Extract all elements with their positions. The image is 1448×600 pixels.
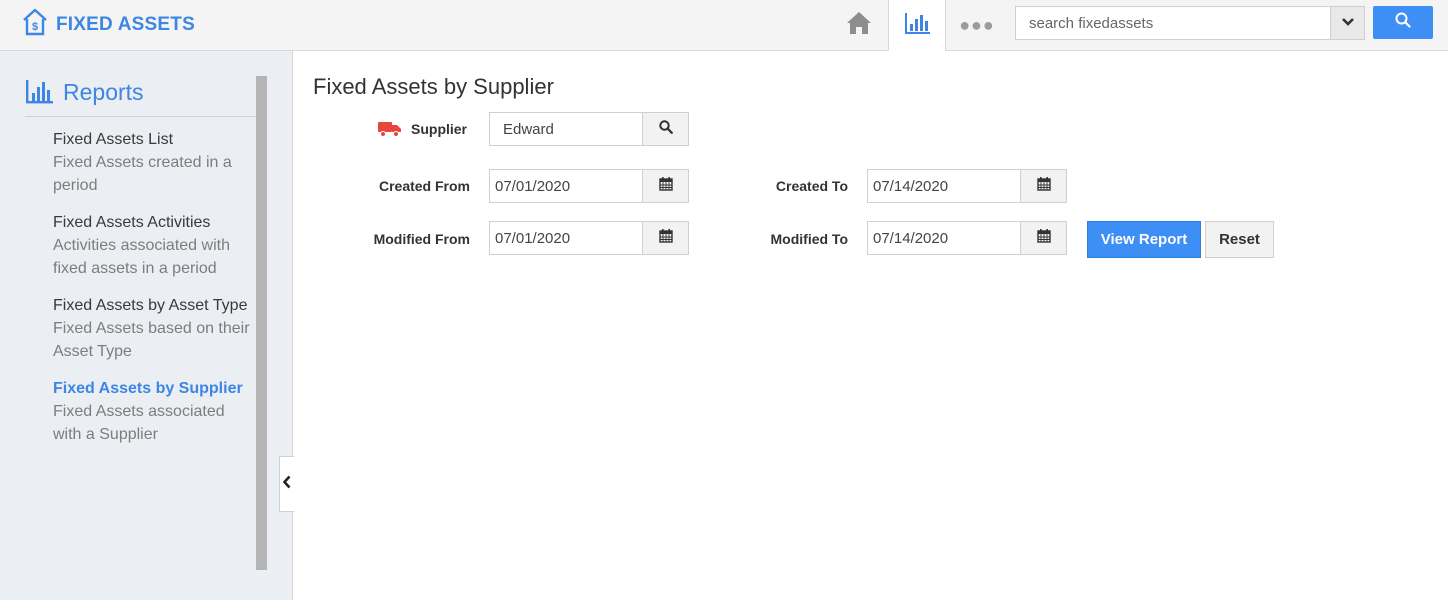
menu-item-desc: Fixed Assets created in a period <box>53 154 232 194</box>
menu-item-title: Fixed Assets by Supplier <box>53 380 243 397</box>
house-dollar-icon: $ <box>22 8 48 41</box>
menu-item-title: Fixed Assets by Asset Type <box>53 297 248 314</box>
menu-item-title: Fixed Assets Activities <box>53 214 211 231</box>
supplier-label: Supplier <box>378 121 467 137</box>
created-to-label: Created To <box>775 178 848 194</box>
supplier-field <box>489 112 689 146</box>
search-icon <box>658 119 673 139</box>
created-to-field <box>867 169 1067 203</box>
svg-text:$: $ <box>32 21 38 33</box>
chevron-left-icon <box>282 475 291 494</box>
calendar-icon <box>658 228 673 248</box>
menu-item-desc: Fixed Assets based on their Asset Type <box>53 320 250 360</box>
menu-item-fixed-assets-list[interactable]: Fixed Assets List Fixed Assets created i… <box>53 128 253 197</box>
menu-item-title: Fixed Assets List <box>53 131 174 148</box>
nav-reports[interactable] <box>888 0 946 51</box>
search-dropdown-button[interactable] <box>1330 7 1364 39</box>
search-input[interactable] <box>1016 7 1331 39</box>
supplier-label-text: Supplier <box>411 121 468 137</box>
supplier-search-button[interactable] <box>642 113 688 145</box>
modified-from-field <box>489 221 689 255</box>
modified-to-input[interactable] <box>868 222 1021 254</box>
created-from-label: Created From <box>378 178 470 194</box>
reset-button[interactable]: Reset <box>1205 221 1274 258</box>
home-icon <box>846 11 872 40</box>
app-brand[interactable]: $ FIXED ASSETS <box>22 8 195 41</box>
search-icon <box>1395 12 1411 33</box>
nav-more[interactable]: ●●● <box>948 0 1006 51</box>
menu-item-fixed-assets-by-asset-type[interactable]: Fixed Assets by Asset Type Fixed Assets … <box>53 294 253 363</box>
created-from-input[interactable] <box>490 170 643 202</box>
calendar-icon <box>658 176 673 196</box>
sidebar: Reports Fixed Assets List Fixed Assets c… <box>0 51 293 600</box>
modified-to-label: Modified To <box>770 231 849 247</box>
top-bar: $ FIXED ASSETS ●●● <box>0 0 1448 51</box>
calendar-icon <box>1036 176 1051 196</box>
menu-item-desc: Fixed Assets associated with a Supplier <box>53 403 225 443</box>
report-menu: Fixed Assets List Fixed Assets created i… <box>53 128 253 460</box>
bar-chart-icon <box>903 11 931 40</box>
menu-item-fixed-assets-by-supplier[interactable]: Fixed Assets by Supplier Fixed Assets as… <box>53 377 253 446</box>
supplier-input[interactable] <box>490 113 643 145</box>
modified-to-field <box>867 221 1067 255</box>
created-from-field <box>489 169 689 203</box>
reports-icon <box>25 79 55 110</box>
modified-from-label: Modified From <box>373 231 470 247</box>
created-to-calendar-button[interactable] <box>1020 170 1066 202</box>
sidebar-collapse-toggle[interactable] <box>279 456 294 512</box>
ellipsis-icon: ●●● <box>959 15 995 35</box>
modified-from-calendar-button[interactable] <box>642 222 688 254</box>
sidebar-header: Reports <box>25 77 256 117</box>
modified-from-input[interactable] <box>490 222 643 254</box>
truck-icon <box>378 121 402 137</box>
view-report-button[interactable]: View Report <box>1087 221 1201 258</box>
app-title: FIXED ASSETS <box>56 13 195 35</box>
search-button[interactable] <box>1373 6 1433 39</box>
nav-home[interactable] <box>830 0 888 51</box>
modified-to-calendar-button[interactable] <box>1020 222 1066 254</box>
chevron-down-icon <box>1341 14 1355 32</box>
search-box <box>1015 6 1365 40</box>
menu-item-fixed-assets-activities[interactable]: Fixed Assets Activities Activities assoc… <box>53 211 253 280</box>
created-to-input[interactable] <box>868 170 1021 202</box>
sidebar-scrollbar[interactable] <box>256 76 267 570</box>
menu-item-desc: Activities associated with fixed assets … <box>53 237 230 277</box>
calendar-icon <box>1036 228 1051 248</box>
sidebar-title: Reports <box>63 79 144 105</box>
page-title: Fixed Assets by Supplier <box>313 74 554 99</box>
created-from-calendar-button[interactable] <box>642 170 688 202</box>
